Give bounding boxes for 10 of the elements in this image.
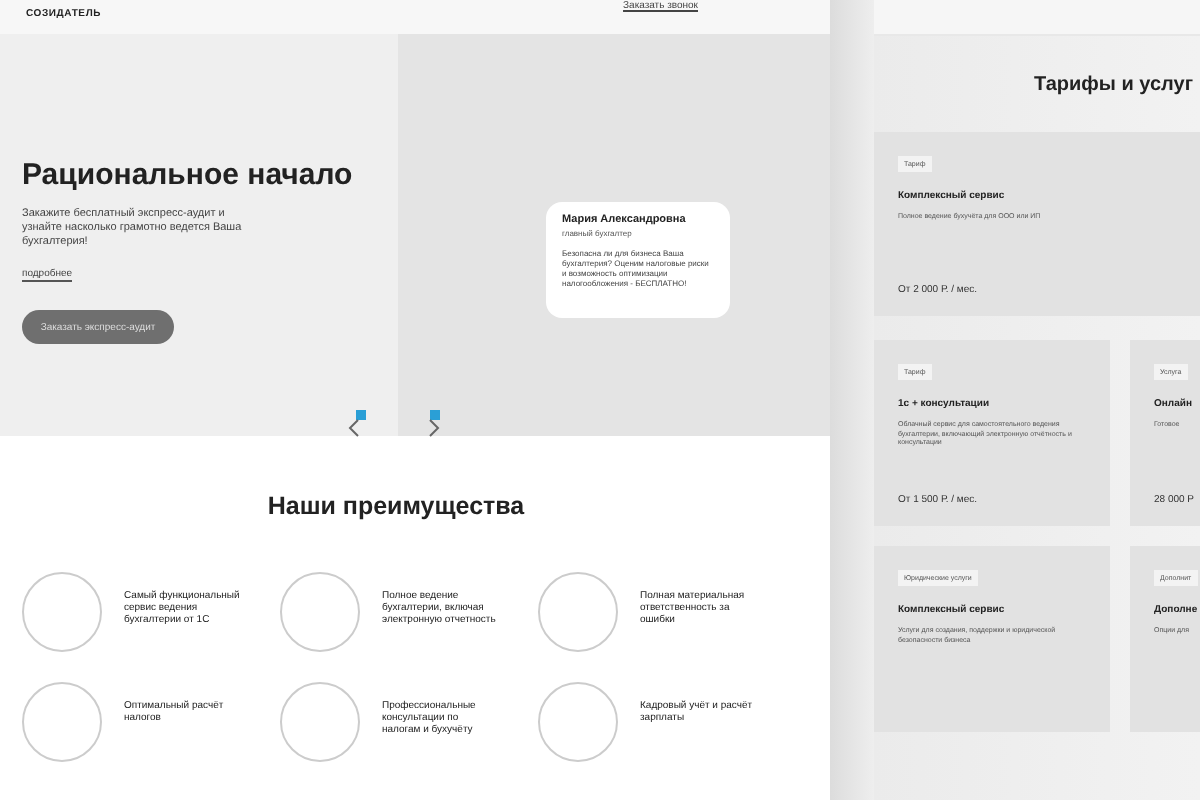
icon-placeholder-circle [538, 572, 618, 652]
icon-placeholder-circle [22, 682, 102, 762]
section-title: Тарифы и услуг [1034, 74, 1195, 96]
prev-arrow-icon[interactable] [346, 410, 370, 438]
section-title: Наши преимущества [265, 492, 527, 520]
icon-placeholder-circle [22, 572, 102, 652]
icon-placeholder-circle [538, 682, 618, 762]
hero-title: Рациональное начало [22, 158, 353, 192]
icon-placeholder-circle [280, 572, 360, 652]
icon-placeholder-circle [280, 682, 360, 762]
